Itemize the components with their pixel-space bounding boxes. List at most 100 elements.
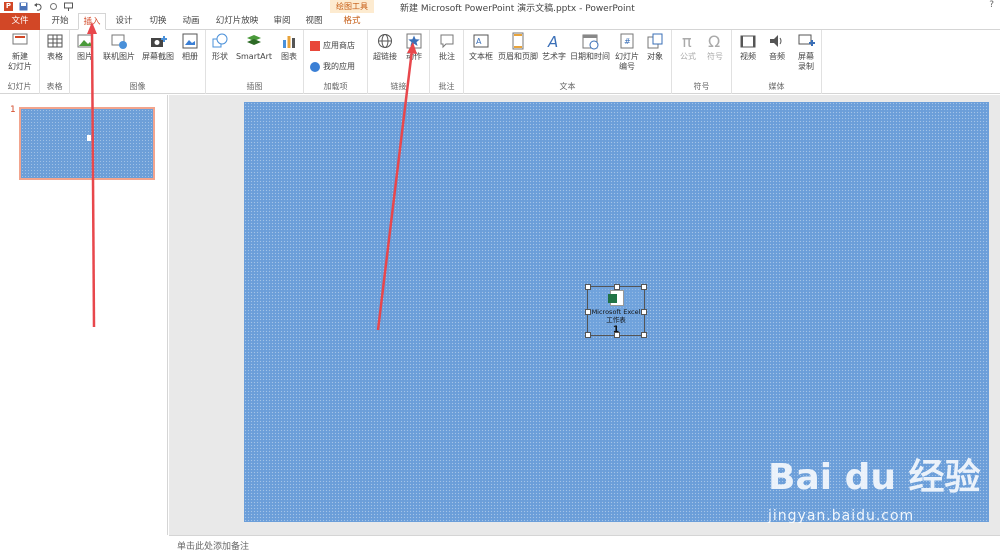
group-label-comments: 批注 xyxy=(438,82,455,91)
hyperlink-button[interactable]: 超链接 xyxy=(371,32,399,62)
undo-icon[interactable] xyxy=(34,2,43,11)
comment-button[interactable]: 批注 xyxy=(434,32,460,62)
textbox-label: 文本框 xyxy=(469,52,493,61)
video-label: 视频 xyxy=(740,52,756,61)
audio-button[interactable]: 音频 xyxy=(764,32,790,62)
resize-handle-top-right[interactable] xyxy=(641,284,647,290)
tab-slideshow[interactable]: 幻灯片放映 xyxy=(210,13,264,30)
symbol-label: 符号 xyxy=(707,52,723,61)
wordart-button[interactable]: A 艺术字 xyxy=(540,32,568,62)
slide-number-button[interactable]: # 幻灯片 编号 xyxy=(612,32,642,72)
tab-format[interactable]: 格式 xyxy=(334,13,370,30)
redo-icon[interactable] xyxy=(49,2,58,11)
calendar-icon xyxy=(582,34,599,50)
tab-animations[interactable]: 动画 xyxy=(176,13,206,30)
help-button[interactable]: ? xyxy=(989,0,994,10)
shapes-button[interactable]: 形状 xyxy=(209,32,231,62)
group-label-addins: 加载项 xyxy=(323,82,348,91)
new-slide-button[interactable]: 新建 幻灯片 xyxy=(2,32,38,72)
group-label-slides: 幻灯片 xyxy=(7,82,32,91)
tab-design[interactable]: 设计 xyxy=(110,13,138,30)
chart-button[interactable]: 图表 xyxy=(278,32,300,62)
start-slideshow-icon[interactable] xyxy=(64,2,73,11)
embedded-object-label: Microsoft Excel 工作表 xyxy=(588,308,644,324)
date-time-button[interactable]: 日期和时间 xyxy=(568,32,612,62)
group-label-illustrations: 插图 xyxy=(246,82,263,91)
group-text: A 文本框 页眉和页脚 A 艺术字 日期和时间 # 幻灯片 编号 对象 文本 xyxy=(464,30,672,94)
tab-view[interactable]: 视图 xyxy=(300,13,328,30)
resize-handle-top-left[interactable] xyxy=(585,284,591,290)
tab-file[interactable]: 文件 xyxy=(0,13,40,30)
object-button[interactable]: 对象 xyxy=(642,32,668,62)
tab-transitions[interactable]: 切换 xyxy=(143,13,173,30)
object-icon xyxy=(647,33,663,49)
equation-label: 公式 xyxy=(680,52,696,61)
comment-icon xyxy=(440,34,454,49)
drawing-tools-context-header: 绘图工具 xyxy=(330,0,374,14)
slide-thumbnail[interactable] xyxy=(19,107,155,180)
group-label-tables: 表格 xyxy=(46,82,63,91)
resize-handle-bottom[interactable] xyxy=(614,332,620,338)
baidu-jingyan-watermark: Bai du 经验 jingyan.baidu.com xyxy=(768,448,998,528)
symbol-button[interactable]: Ω 符号 xyxy=(702,32,728,62)
textbox-icon: A xyxy=(473,34,489,48)
embedded-object-label-line2: 工作表 xyxy=(606,316,626,324)
group-tables: 表格 表格 xyxy=(40,30,70,94)
tab-review[interactable]: 审阅 xyxy=(268,13,296,30)
hyperlink-icon xyxy=(378,34,392,48)
embedded-excel-object[interactable]: Microsoft Excel 工作表 1 xyxy=(585,284,647,338)
resize-handle-right[interactable] xyxy=(641,309,647,315)
video-icon xyxy=(740,35,756,48)
group-addins: 应用商店 我的应用 加载项 xyxy=(304,30,368,94)
wordart-icon: A xyxy=(547,33,558,50)
audio-label: 音频 xyxy=(769,52,785,61)
group-label-links: 链接 xyxy=(390,82,407,91)
smartart-button[interactable]: SmartArt xyxy=(234,32,274,62)
store-button[interactable]: 应用商店 xyxy=(310,40,355,51)
save-icon[interactable] xyxy=(19,2,28,11)
speaker-icon xyxy=(770,35,782,47)
shapes-label: 形状 xyxy=(212,52,228,61)
notes-placeholder: 单击此处添加备注 xyxy=(177,542,250,552)
tab-home[interactable]: 开始 xyxy=(44,13,76,30)
picture-icon xyxy=(77,34,93,48)
action-label: 动作 xyxy=(406,52,422,61)
my-apps-button[interactable]: 我的应用 xyxy=(310,61,355,72)
resize-handle-left[interactable] xyxy=(585,309,591,315)
header-footer-icon xyxy=(512,32,524,50)
notes-pane[interactable]: 单击此处添加备注 xyxy=(169,535,1000,555)
screenshot-button[interactable]: 屏幕截图 xyxy=(140,32,176,62)
slide-thumbnails-pane: 1 xyxy=(0,95,168,535)
powerpoint-logo-icon: P xyxy=(4,1,13,11)
group-label-images: 图像 xyxy=(129,82,146,91)
svg-text:A: A xyxy=(547,33,558,50)
action-button[interactable]: 动作 xyxy=(402,32,426,62)
textbox-button[interactable]: A 文本框 xyxy=(466,32,496,62)
resize-handle-bottom-left[interactable] xyxy=(585,332,591,338)
slide-number-icon: # xyxy=(620,33,634,49)
header-footer-button[interactable]: 页眉和页脚 xyxy=(496,32,540,62)
screen-recording-button[interactable]: 屏幕 录制 xyxy=(792,32,820,72)
album-button[interactable]: 相册 xyxy=(178,32,202,62)
resize-handle-bottom-right[interactable] xyxy=(641,332,647,338)
wordart-label: 艺术字 xyxy=(542,52,566,61)
table-button[interactable]: 表格 xyxy=(42,32,68,62)
video-button[interactable]: 视频 xyxy=(735,32,761,62)
smartart-icon xyxy=(247,35,261,45)
svg-text:A: A xyxy=(476,37,482,46)
screen-recording-label: 屏幕 xyxy=(798,52,814,61)
group-images: 图片 联机图片 屏幕截图 相册 图像 xyxy=(70,30,206,94)
ribbon-insert: 新建 幻灯片 幻灯片 表格 表格 图片 联机图片 屏幕截图 相册 图像 形状 S… xyxy=(0,30,1000,94)
watermark-brand: Bai du 经验 xyxy=(768,457,981,498)
group-label-text: 文本 xyxy=(559,82,576,91)
resize-handle-top[interactable] xyxy=(614,284,620,290)
picture-button[interactable]: 图片 xyxy=(74,32,96,62)
tab-insert[interactable]: 插入 xyxy=(78,13,106,30)
online-picture-icon xyxy=(111,34,127,49)
chart-label: 图表 xyxy=(281,52,297,61)
omega-icon: Ω xyxy=(708,32,720,50)
equation-button[interactable]: π 公式 xyxy=(675,32,701,62)
online-picture-button[interactable]: 联机图片 xyxy=(100,32,138,62)
album-label: 相册 xyxy=(182,52,198,61)
group-comments: 批注 批注 xyxy=(430,30,464,94)
